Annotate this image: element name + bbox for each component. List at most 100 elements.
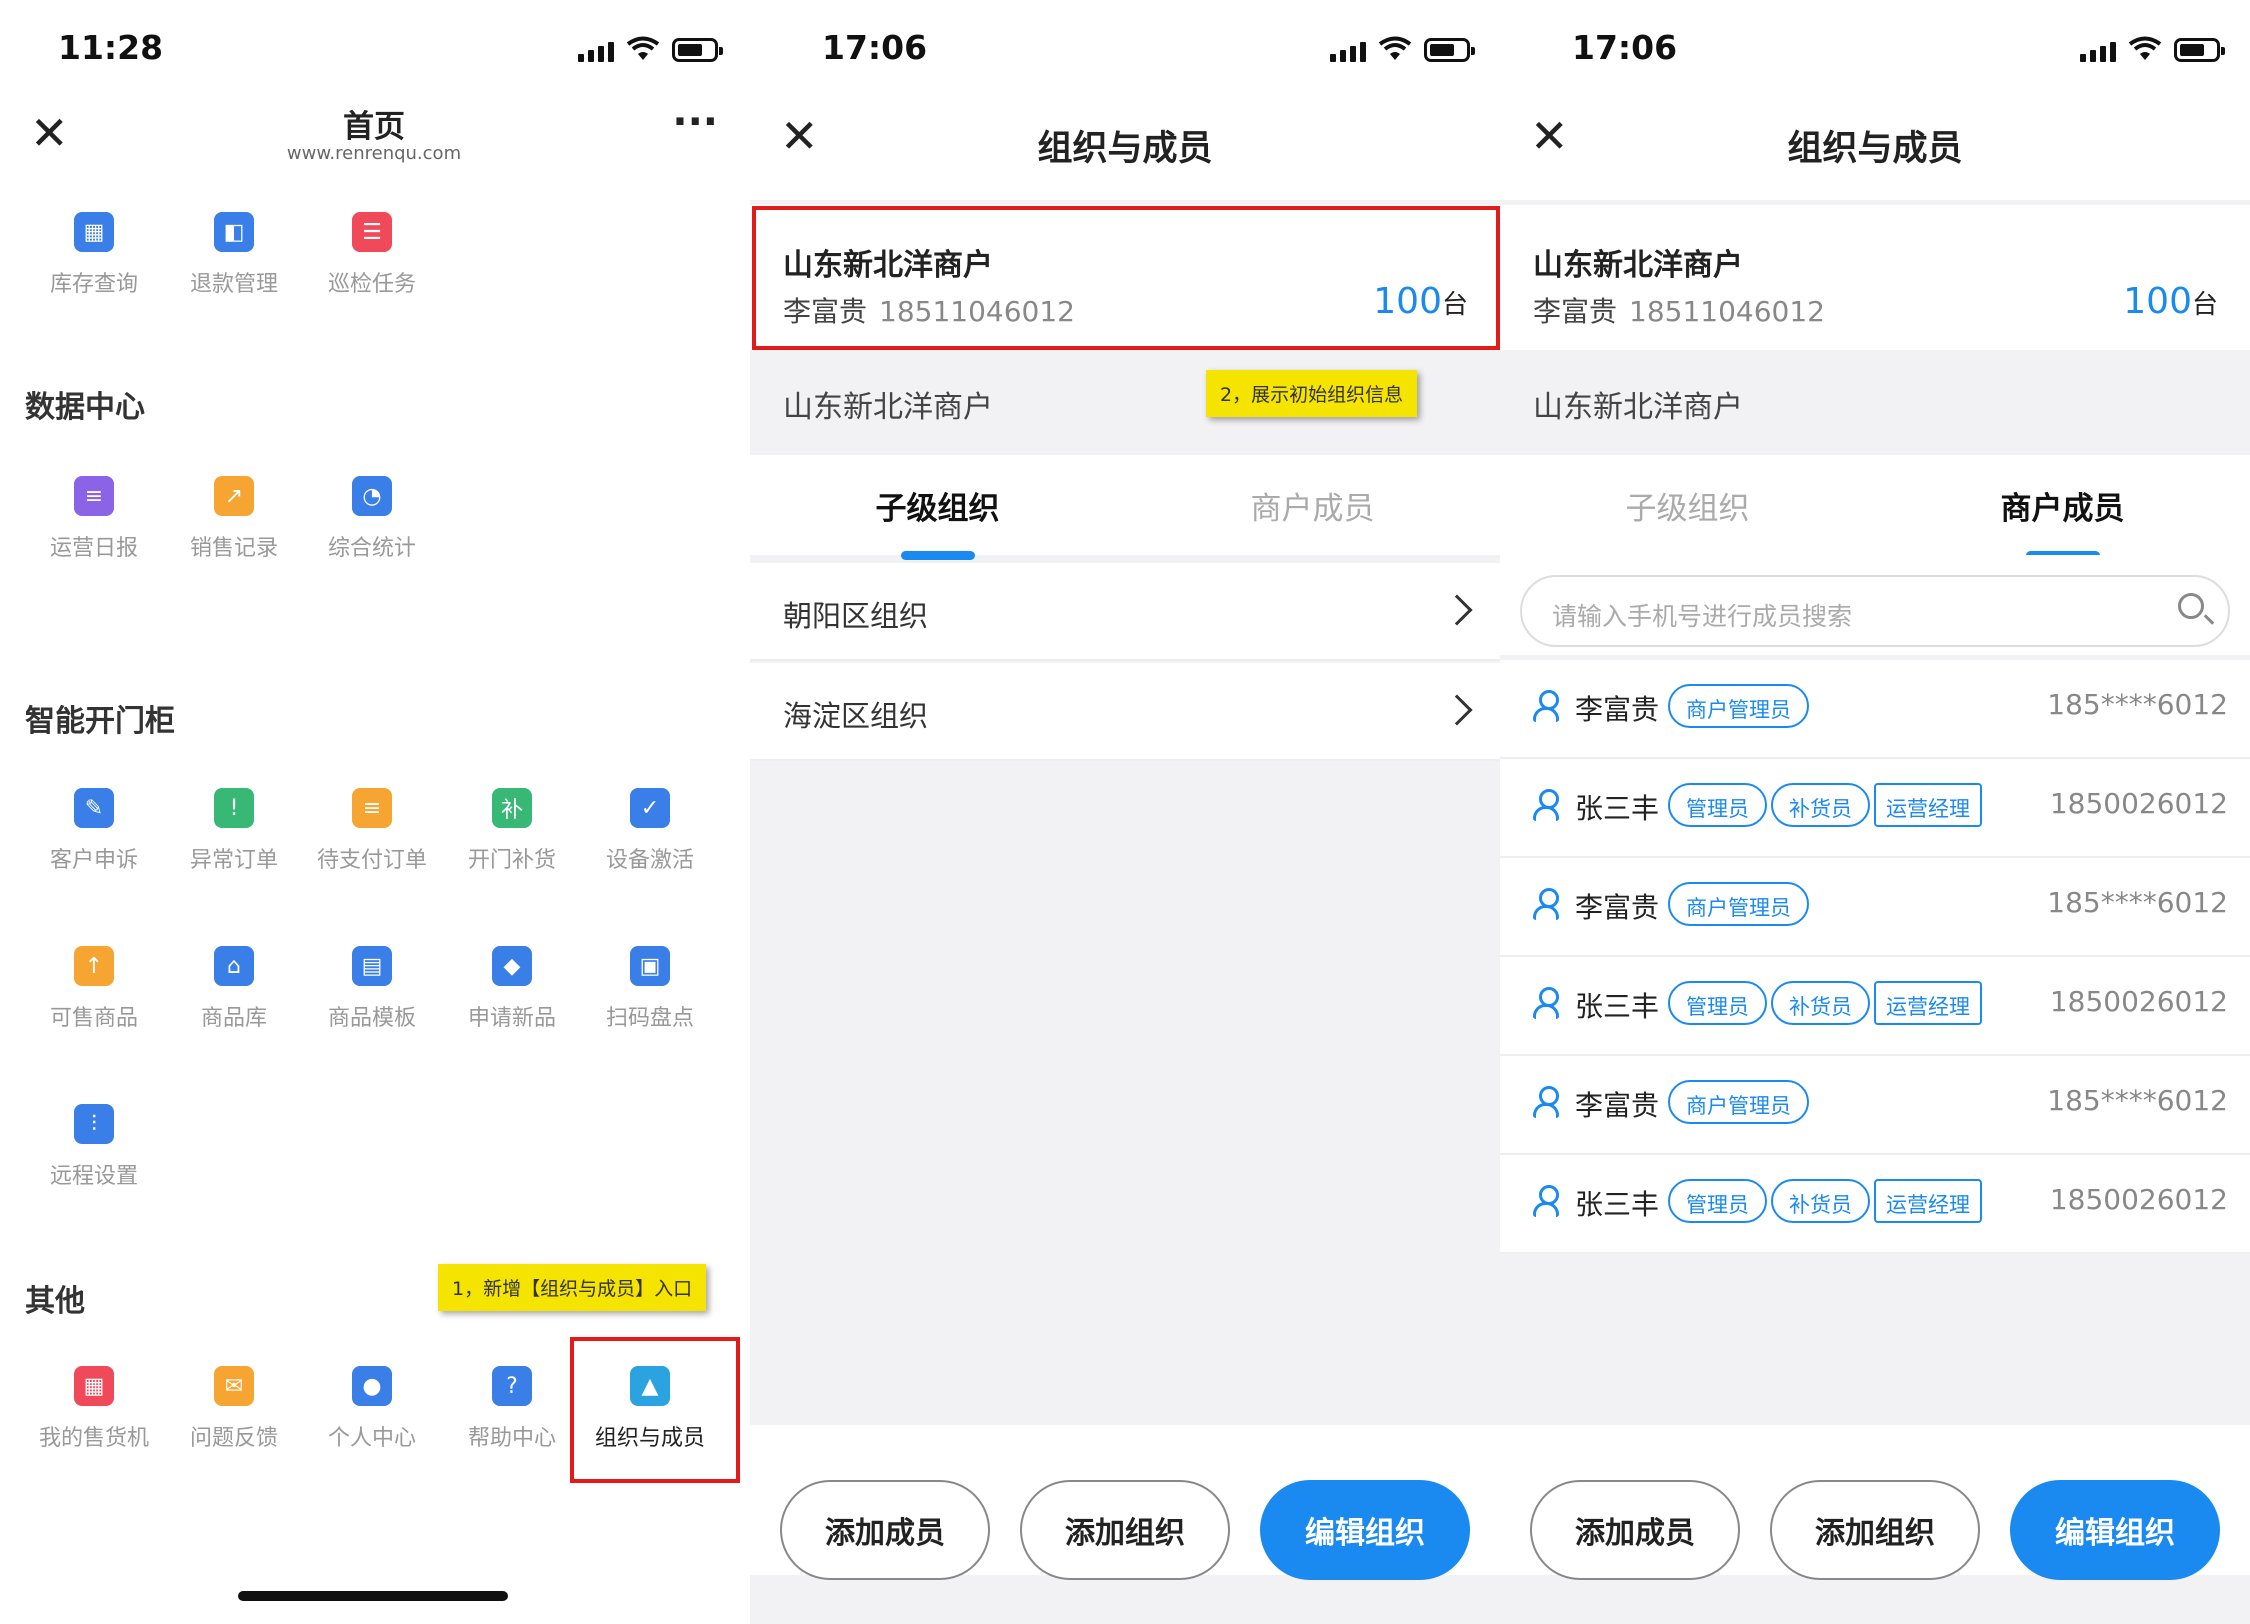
grid-item[interactable]: ? 帮助中心 (442, 1366, 582, 1452)
member-phone: 1850026012 (2049, 985, 2228, 1018)
member-name: 张三丰 (1575, 792, 1660, 825)
grid-item[interactable]: ✉ 问题反馈 (164, 1366, 304, 1452)
grid-item[interactable]: ✓ 设备激活 (580, 788, 720, 874)
grid-item-label: 可售商品 (49, 1006, 138, 1031)
grid-item[interactable]: ≡ 运营日报 (24, 476, 164, 562)
add-org-button[interactable]: 添加组织 (1020, 1480, 1230, 1580)
role-tag: 运营经理 (1874, 1179, 1982, 1223)
status-icons (578, 36, 723, 62)
bottom-action-bar: 添加成员 添加组织 编辑组织 (1500, 1425, 2250, 1580)
home-indicator (238, 1591, 508, 1601)
grid-item[interactable]: ▤ 商品模板 (302, 946, 442, 1032)
grid-item[interactable]: ◆ 申请新品 (442, 946, 582, 1032)
nav-bar: ✕ 组织与成员 (1500, 100, 2250, 200)
status-bar: 17:06 (1500, 0, 2250, 100)
annotation-note-1: 1，新增【组织与成员】入口 (438, 1264, 707, 1311)
battery-icon (2174, 38, 2225, 62)
member-row[interactable]: 张三丰 管理员 补货员 运营经理 1850026012 (1500, 957, 2250, 1056)
wifi-icon (1378, 36, 1412, 60)
more-icon[interactable]: ··· (672, 99, 718, 145)
add-member-button[interactable]: 添加成员 (780, 1480, 990, 1580)
edit-org-button[interactable]: 编辑组织 (2010, 1480, 2220, 1580)
section-title-other: 其他 (25, 1284, 85, 1319)
member-row[interactable]: 李富贵 商户管理员 185****6012 (1500, 1056, 2250, 1155)
grid-item-label: 巡检任务 (327, 272, 416, 297)
member-row[interactable]: 张三丰 管理员 补货员 运营经理 1850026012 (1500, 1155, 2250, 1254)
home-screen: 11:28 ✕ 首页 www.renrenqu.com ··· ▦ 库存查询 ◧ 退款… (0, 0, 748, 1624)
member-row[interactable]: 李富贵 商户管理员 185****6012 (1500, 858, 2250, 957)
grid-item[interactable]: ≡ 待支付订单 (302, 788, 442, 874)
grid-item-label: 扫码盘点 (605, 1006, 694, 1031)
abnormal-order-icon: ! (214, 788, 254, 828)
tab-merchant-members[interactable]: 商户成员 (1125, 483, 1500, 528)
nav-bar: ✕ 组织与成员 (750, 100, 1500, 200)
new-product-icon: ◆ (492, 946, 532, 986)
contact-name: 李富贵 (1533, 295, 1618, 328)
list-item[interactable]: 海淀区组织 (750, 663, 1500, 761)
vending-machine-icon: ▦ (74, 1366, 114, 1406)
status-icons (2080, 36, 2225, 62)
grid-item-label: 商品模板 (327, 1006, 416, 1031)
grid-item[interactable]: 补开门补货 (442, 788, 582, 874)
tab-sub-orgs[interactable]: 子级组织 (750, 483, 1125, 560)
org-info-card: 山东新北洋商户 李富贵 18511046012 100台 (1500, 205, 2250, 350)
page-title: 组织与成员 (1787, 129, 1963, 169)
org-screen-members: 17:06 ✕ 组织与成员 山东新北洋商户 李富贵 18511046012 100… (1500, 0, 2250, 1624)
grid-item[interactable]: ! 异常订单 (164, 788, 304, 874)
tab-merchant-members[interactable]: 商户成员 (1875, 483, 2250, 560)
member-row[interactable]: 张三丰 管理员 补货员 运营经理 1850026012 (1500, 759, 2250, 858)
role-tags: 商户管理员 (1668, 684, 1809, 728)
home-nav-bar: ✕ 首页 www.renrenqu.com ··· (0, 95, 748, 185)
role-tag: 运营经理 (1874, 783, 1982, 827)
device-count: 100台 (2123, 281, 2218, 322)
member-name: 李富贵 (1575, 693, 1660, 726)
template-icon: ▤ (352, 946, 392, 986)
battery-icon (672, 38, 723, 62)
checklist-icon: ☰ (352, 212, 392, 252)
member-row[interactable]: 李富贵 商户管理员 185****6012 (1500, 660, 2250, 759)
report-icon: ≡ (74, 476, 114, 516)
grid-item-label: 异常订单 (189, 848, 278, 873)
status-time: 11:28 (58, 28, 164, 67)
grid-item[interactable]: ☰ 巡检任务 (302, 212, 442, 298)
grid-item-label: 远程设置 (49, 1164, 138, 1189)
grid-item[interactable]: ✎ 客户申诉 (24, 788, 164, 874)
grid-item[interactable]: ▦ 库存查询 (24, 212, 164, 298)
grid-item[interactable]: ⌂ 商品库 (164, 946, 304, 1032)
member-name: 张三丰 (1575, 990, 1660, 1023)
highlight-box-org-entry (570, 1337, 740, 1483)
role-tag: 管理员 (1668, 1179, 1767, 1223)
annotation-note-2: 2，展示初始组织信息 (1206, 370, 1418, 417)
grid-item[interactable]: ▦ 我的售货机 (24, 1366, 164, 1452)
breadcrumb[interactable]: 山东新北洋商户 (1500, 350, 2250, 455)
grid-item[interactable]: ↗ 销售记录 (164, 476, 304, 562)
grid-item[interactable]: ↑ 可售商品 (24, 946, 164, 1032)
grid-item[interactable]: ▣ 扫码盘点 (580, 946, 720, 1032)
edit-org-button[interactable]: 编辑组织 (1260, 1480, 1470, 1580)
device-count-unit: 台 (2191, 290, 2218, 320)
restock-icon: 补 (492, 788, 532, 828)
grid-item[interactable]: ◔ 综合统计 (302, 476, 442, 562)
list-item[interactable]: 朝阳区组织 (750, 563, 1500, 661)
add-org-button[interactable]: 添加组织 (1770, 1480, 1980, 1580)
person-icon: ● (352, 1366, 392, 1406)
grid-item-label: 客户申诉 (49, 848, 138, 873)
search-icon[interactable] (2178, 593, 2204, 619)
member-phone: 1850026012 (2049, 1183, 2228, 1216)
grid-item[interactable]: ⫶ 远程设置 (24, 1104, 164, 1190)
wallet-icon: ◧ (214, 212, 254, 252)
role-tags: 商户管理员 (1668, 882, 1809, 926)
user-icon (1533, 789, 1561, 821)
grid-item[interactable]: ● 个人中心 (302, 1366, 442, 1452)
grid-item-label: 个人中心 (327, 1426, 416, 1451)
signal-icon (2080, 42, 2116, 62)
add-member-button[interactable]: 添加成员 (1530, 1480, 1740, 1580)
role-tag: 运营经理 (1874, 981, 1982, 1025)
grid-item-label: 设备激活 (605, 848, 694, 873)
member-search-input[interactable]: 请输入手机号进行成员搜索 (1520, 575, 2230, 647)
grid-item[interactable]: ◧ 退款管理 (164, 212, 304, 298)
member-phone: 185****6012 (2047, 688, 2228, 721)
sliders-icon: ⫶ (74, 1104, 114, 1144)
grid-item-label: 综合统计 (327, 536, 416, 561)
tab-sub-orgs[interactable]: 子级组织 (1500, 483, 1875, 528)
